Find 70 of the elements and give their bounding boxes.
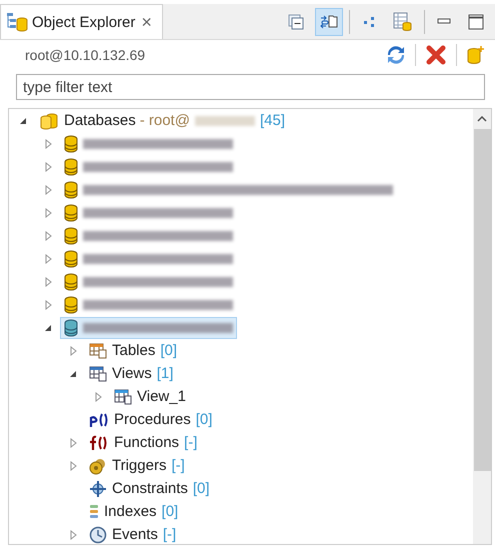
database-icon [64,180,78,198]
item-label: Procedures [114,411,191,428]
view-table-icon [89,366,107,382]
tree-item[interactable]: Databases - root@ [45] [35,110,289,132]
item-count: [-] [162,526,176,543]
gear-icon [89,456,107,474]
item-count: [-] [171,457,185,474]
tree-item[interactable]: View_1 [110,386,190,408]
item-count: [0] [162,503,178,520]
item-label: Functions [114,434,180,451]
item-count: [0] [196,411,212,428]
database-icon [64,250,78,268]
refresh-button[interactable] [385,44,407,66]
item-count: [-] [184,434,198,451]
function-icon [89,434,109,450]
compass-icon [89,480,107,498]
item-label: Constraints [112,480,188,497]
filter-field[interactable]: type filter text [16,74,485,100]
tree-item[interactable]: Procedures [0] [85,408,216,430]
minimize-icon [437,18,451,26]
tree-item[interactable]: Triggers [-] [85,454,189,476]
database-icon [64,226,78,244]
maximize-icon [468,14,484,30]
item-count: [0] [160,342,178,359]
collapse-all-icon [288,14,304,30]
view-table-icon [114,388,132,404]
index-icon [89,504,99,520]
link-button[interactable] [315,8,343,36]
new-database-button[interactable] [465,43,487,67]
scrollbar[interactable] [473,109,491,544]
tree-item[interactable]: Views [1] [85,362,178,384]
item-label: View_1 [137,388,186,405]
view-tab[interactable]: Object Explorer × [0,4,163,39]
tree-item[interactable]: Events [-] [85,524,180,544]
table-icon [89,342,107,358]
table-database-icon [393,12,413,32]
item-label: Tables [112,342,156,359]
explorer-icon [6,12,28,32]
scrollbar-thumb[interactable] [474,129,490,471]
tree-item[interactable]: Indexes [0] [85,500,182,522]
tree-item[interactable] [60,316,237,338]
item-label: Indexes [104,503,157,520]
database-icon [64,272,78,290]
database-icon [64,134,78,152]
database-icon [64,296,78,314]
connection-label: root@10.10.132.69 [25,47,146,63]
clock-icon [89,526,107,544]
delete-icon [426,45,446,65]
item-label: Databases [64,112,136,129]
item-count: [1] [156,365,174,382]
delete-button[interactable] [424,43,448,67]
tree-item[interactable]: Constraints [0] [85,478,214,500]
link-icon [320,14,338,30]
tree-item[interactable]: Tables [0] [85,340,182,362]
database-icon [64,318,78,336]
item-label: Views [112,365,152,382]
close-button[interactable]: × [139,13,154,31]
databases-icon [39,112,59,130]
item-label: Triggers [112,457,166,474]
procedure-icon [89,412,109,428]
tree-item[interactable]: Functions [-] [85,432,202,454]
database-icon [64,204,78,222]
new-database-icon [467,45,485,65]
database-icon [64,158,78,176]
dots-icon [363,16,375,28]
host-label: - root@ [140,112,190,129]
item-count: [45] [260,112,285,129]
refresh-icon [387,46,405,64]
item-label: Events [112,526,158,543]
item-count: [0] [192,480,210,497]
